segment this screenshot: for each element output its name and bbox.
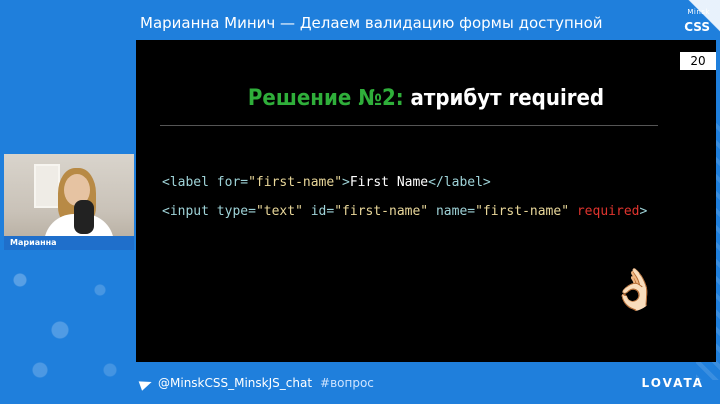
code-line: <input type="text" id="first-name" name=… [162,197,647,226]
lovata-logo: LOVATA [641,376,704,390]
code-token-tag: > [639,204,648,219]
speaker-name-tag: Марианна [4,236,134,250]
chat-handle[interactable]: @MinskCSS_MinskJS_chat [158,376,312,390]
presentation-slide: 20 Решение №2: атрибут required <label f… [136,40,716,362]
minsk-css-logo: Minsk CSS [660,8,710,42]
code-token-tag: </label> [428,175,491,190]
code-token-attr: name= [435,204,476,219]
webcam-window [34,164,60,208]
code-token-str: "text" [255,204,311,219]
ok-hand-icon: 👌🏻 [610,267,660,313]
code-token-req: required [576,204,640,219]
telegram-icon [138,376,154,391]
logo-big-text: CSS [684,20,710,34]
code-token-str: "first-name" [334,204,436,219]
code-token-tag: <input [162,204,217,219]
code-token-attr: id= [310,204,335,219]
slide-number: 20 [680,52,716,70]
slide-heading-rest: атрибут required [410,86,605,111]
code-token-text: First Name [349,175,429,190]
background-pattern [0,250,140,404]
code-token-attr: type= [216,204,256,219]
code-token-str: "first-name" [475,204,577,219]
code-token-str: "first-name" [248,175,343,190]
slide-heading-accent: Решение №2: [247,86,404,111]
code-token-attr: for= [216,175,249,190]
code-token-tag: <label [162,175,217,190]
stream-title: Марианна Минич — Делаем валидацию формы … [140,14,603,32]
slide-heading: Решение №2: атрибут required [136,86,716,111]
code-line: <label for="first-name">First Name</labe… [162,168,647,197]
heading-divider [160,125,658,126]
footer-chat-bar: @MinskCSS_MinskJS_chat #вопрос [138,376,374,391]
question-hashtag: #вопрос [320,376,374,390]
code-block: <label for="first-name">First Name</labe… [162,168,647,226]
microphone-icon [74,200,94,234]
logo-small-text: Minsk [687,8,710,16]
code-token-tag: > [342,175,350,190]
